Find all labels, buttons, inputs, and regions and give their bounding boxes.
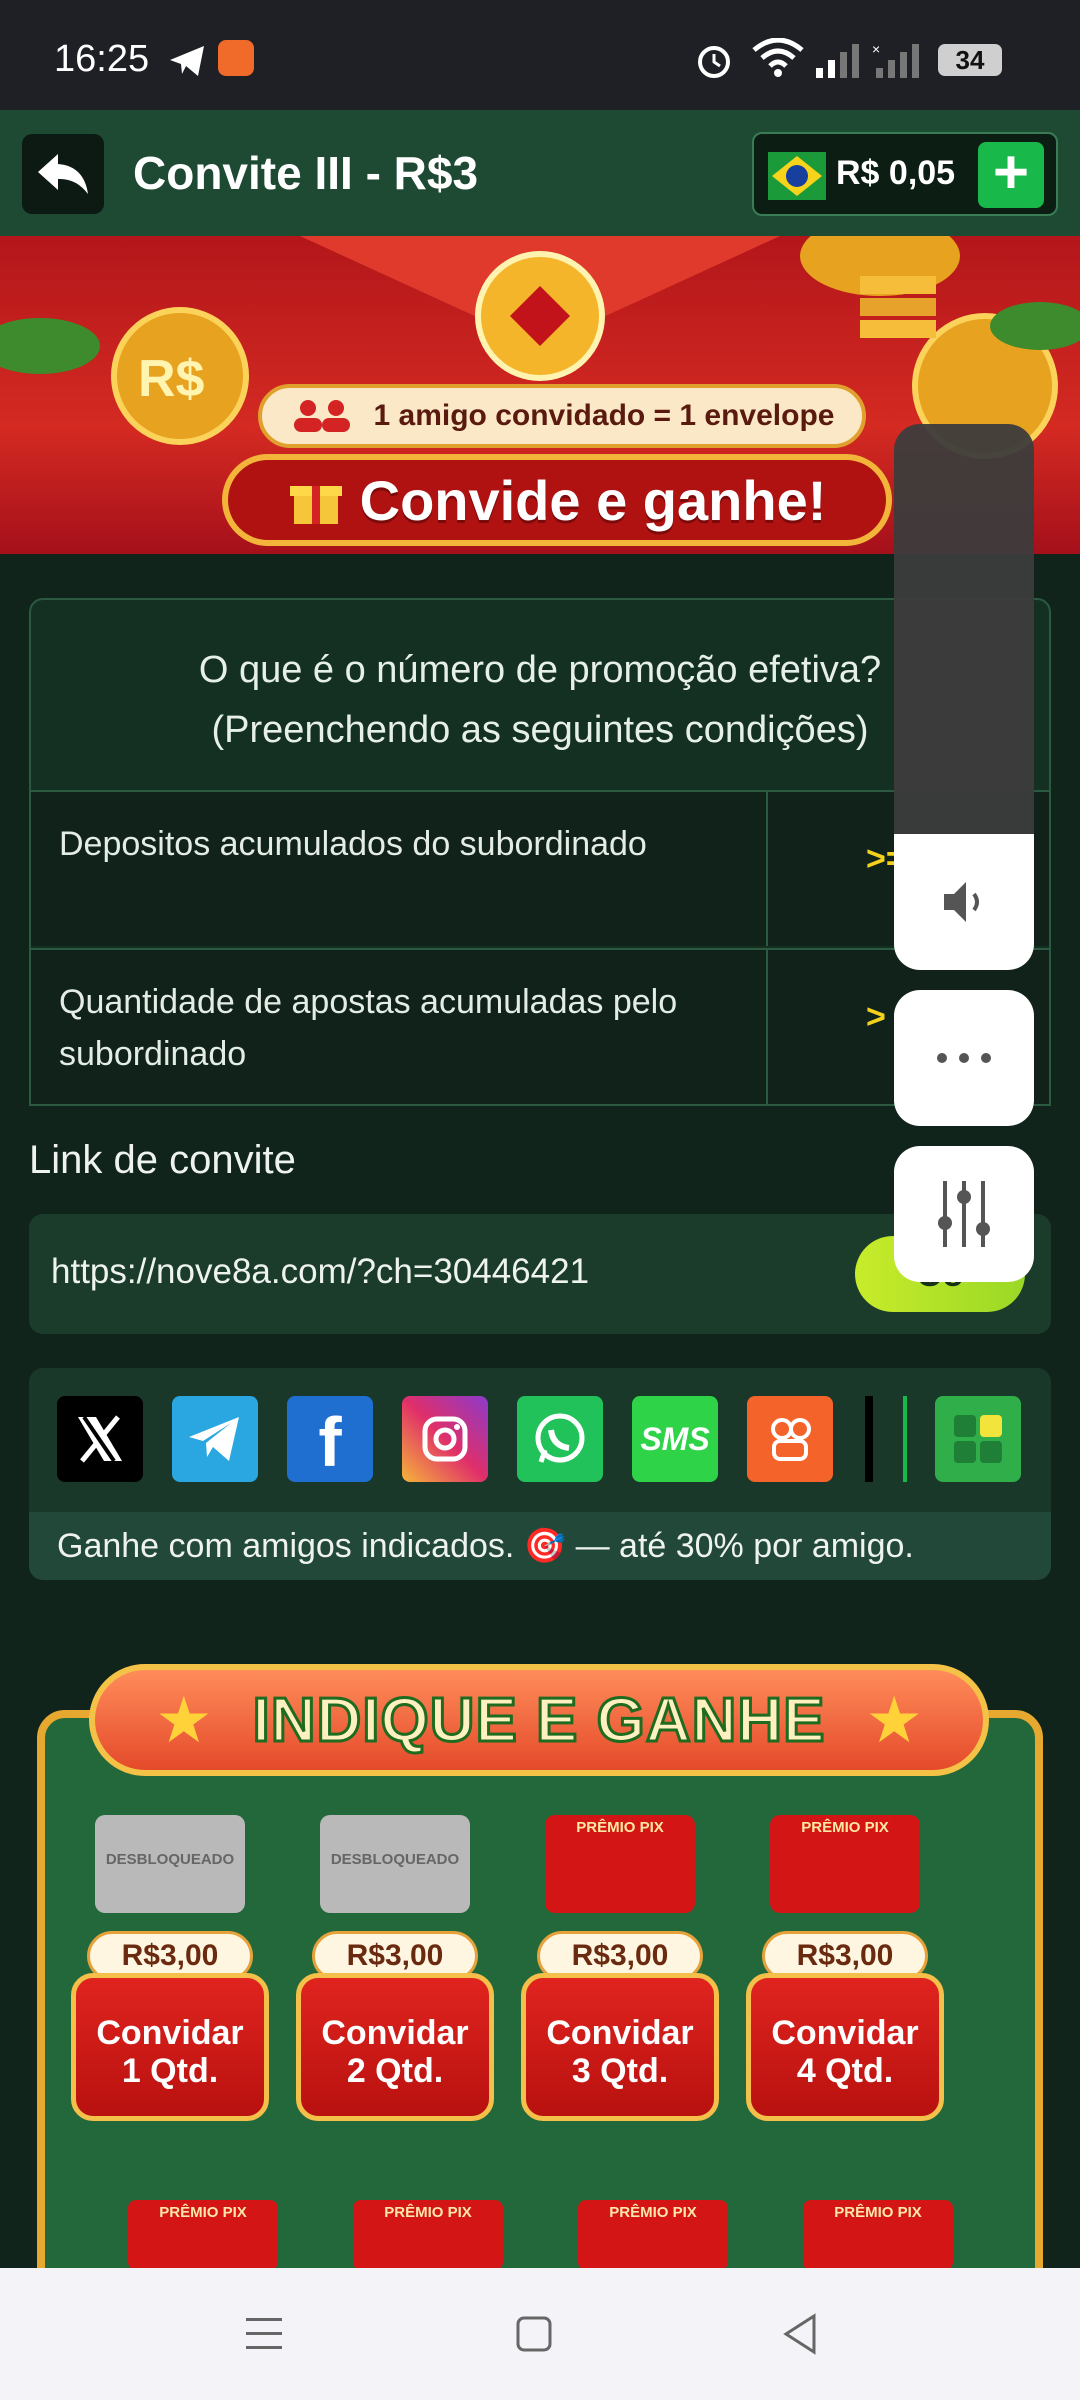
share-note: Ganhe com amigos indicados. 🎯 — até 30% … (29, 1512, 1051, 1580)
more-apps-icon[interactable] (935, 1396, 1021, 1482)
star-icon: ★ (155, 1683, 213, 1756)
unlocked-envelope-icon: DESBLOQUEADO (95, 1815, 245, 1913)
pix-envelope-icon: PRÊMIO PIX (770, 1815, 920, 1913)
volume-slider-track[interactable] (894, 424, 1034, 834)
friends-icon (293, 400, 350, 432)
signal-icon (816, 44, 859, 78)
speaker-icon (944, 882, 979, 922)
wallet-balance[interactable]: R$ 0,05 + (752, 132, 1058, 216)
gift-icon (289, 486, 342, 524)
back-arrow-icon (38, 154, 88, 194)
x-icon[interactable] (57, 1396, 143, 1482)
alarm-icon (698, 46, 730, 78)
condition-label: Quantidade de apostas acumuladas pelo su… (59, 983, 678, 1073)
back-button[interactable] (22, 134, 104, 214)
svg-text:R$: R$ (138, 350, 205, 408)
telegram-icon[interactable] (172, 1396, 258, 1482)
volume-overlay (894, 424, 1034, 1284)
pix-envelope-icon: PRÊMIO PIX (128, 2200, 278, 2268)
unlocked-envelope-icon: DESBLOQUEADO (320, 1815, 470, 1913)
header: Convite III - R$3 R$ 0,05 + (0, 110, 1080, 236)
column-divider (766, 792, 768, 946)
clock: 16:25 (54, 38, 150, 80)
promo-title: INDIQUE E GANHE (251, 1684, 826, 1756)
pix-envelope-icon: PRÊMIO PIX (353, 2200, 503, 2268)
balance-amount: R$ 0,05 (836, 154, 956, 192)
friends-envelope-text: 1 amigo convidado = 1 envelope (373, 399, 835, 432)
svg-text:×: × (872, 42, 880, 57)
battery-icon: 34 (938, 44, 1002, 76)
invite-button[interactable]: Convidar 2 Qtd. (296, 1973, 494, 2121)
indique-e-ganhe-board: ★ INDIQUE E GANHE ★ DESBLOQUEADO R$3,00 … (29, 1640, 1051, 2268)
sms-icon[interactable]: SMS (632, 1396, 718, 1482)
pix-envelope-icon: PRÊMIO PIX (578, 2200, 728, 2268)
invite-cta-text: Convide e ganhe! (359, 468, 827, 532)
promo-title-ribbon: ★ INDIQUE E GANHE ★ (89, 1664, 989, 1776)
invite-url[interactable]: https://nove8a.com/?ch=30446421 (51, 1252, 589, 1292)
telegram-status-icon (170, 46, 204, 76)
invite-cta-pill: Convide e ganhe! (222, 454, 892, 546)
volume-button[interactable] (894, 834, 1034, 970)
ellipsis-icon (937, 1053, 991, 1063)
share-panel: f SMS Ganhe com amigos indicados. 🎯 — at… (29, 1368, 1051, 1580)
invite-link-label: Link de convite (29, 1138, 296, 1182)
equalizer-button[interactable] (894, 1146, 1034, 1282)
invite-button[interactable]: Convidar 4 Qtd. (746, 1973, 944, 2121)
condition-value: > (866, 998, 886, 1036)
shop-status-icon (218, 40, 254, 76)
scroll-edge (865, 1396, 873, 1482)
system-nav-bar (0, 2268, 1080, 2400)
signal-2-icon: × (872, 42, 919, 78)
facebook-icon[interactable]: f (287, 1396, 373, 1482)
back-nav-icon[interactable] (780, 2312, 820, 2356)
whatsapp-icon[interactable] (517, 1396, 603, 1482)
condition-label: Depositos acumulados do subordinado (59, 825, 647, 863)
friends-envelope-pill: 1 amigo convidado = 1 envelope (258, 384, 866, 448)
instagram-icon[interactable] (402, 1396, 488, 1482)
pix-envelope-icon: PRÊMIO PIX (545, 1815, 695, 1913)
pix-envelope-icon: PRÊMIO PIX (803, 2200, 953, 2268)
column-divider (766, 950, 768, 1104)
page-title: Convite III - R$3 (133, 147, 479, 199)
star-icon: ★ (865, 1683, 923, 1756)
invite-button[interactable]: Convidar 3 Qtd. (521, 1973, 719, 2121)
kwai-icon[interactable] (747, 1396, 833, 1482)
invite-button[interactable]: Convidar 1 Qtd. (71, 1973, 269, 2121)
home-icon[interactable] (514, 2314, 554, 2354)
wifi-icon (752, 38, 804, 77)
scroll-divider (903, 1396, 907, 1482)
status-bar: 16:25 × 34 (0, 0, 1080, 110)
brazil-flag-icon (768, 152, 826, 200)
more-options-button[interactable] (894, 990, 1034, 1126)
deposit-button[interactable]: + (978, 142, 1044, 208)
equalizer-icon (938, 1181, 990, 1247)
recents-icon[interactable] (244, 2314, 284, 2354)
